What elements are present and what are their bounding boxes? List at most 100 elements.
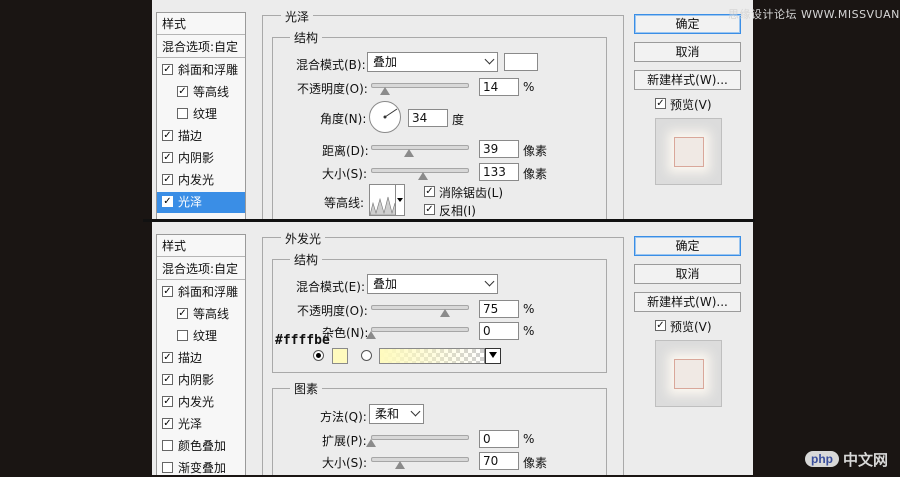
- slider-thumb[interactable]: [404, 149, 415, 157]
- angle-needle-icon: [383, 108, 398, 119]
- noise-input[interactable]: 0: [479, 322, 519, 340]
- distance-input[interactable]: 39: [479, 140, 519, 158]
- slider-track: [371, 435, 469, 440]
- noise-slider[interactable]: [366, 326, 469, 339]
- slider-thumb[interactable]: [379, 87, 390, 95]
- gradient-dropdown-icon[interactable]: [485, 348, 501, 364]
- preview-checkbox[interactable]: ✓: [655, 98, 666, 109]
- glow-color-swatch[interactable]: [332, 348, 348, 364]
- angle-input[interactable]: 34: [408, 109, 448, 127]
- slider-thumb[interactable]: [395, 461, 406, 469]
- style-item[interactable]: ✓ 光泽: [157, 414, 245, 435]
- color-swatch[interactable]: [504, 53, 538, 71]
- blend-mode-select[interactable]: 叠加: [367, 274, 498, 294]
- invert-checkbox[interactable]: ✓: [424, 204, 435, 215]
- size-slider[interactable]: [371, 167, 469, 180]
- style-item-checkbox[interactable]: [162, 440, 173, 451]
- style-item-checkbox[interactable]: ✓: [162, 352, 173, 363]
- style-item-label: 纹理: [193, 329, 218, 343]
- spread-slider[interactable]: [366, 434, 469, 447]
- style-item[interactable]: ✓ 光泽: [157, 192, 245, 213]
- structure-group-title: 结构: [290, 251, 323, 268]
- blend-mode-value: 叠加: [373, 55, 398, 69]
- style-item-checkbox[interactable]: [162, 462, 173, 473]
- style-item[interactable]: 纹理: [157, 104, 245, 125]
- size-label: 大小(S):: [322, 456, 368, 470]
- slider-thumb[interactable]: [366, 331, 376, 339]
- blend-mode-label: 混合模式(B):: [296, 58, 366, 72]
- ok-button[interactable]: 确定: [634, 14, 741, 34]
- style-list-header[interactable]: 样式: [157, 235, 245, 257]
- size-input[interactable]: 70: [479, 452, 519, 470]
- opacity-input[interactable]: 75: [479, 300, 519, 318]
- blend-options-item[interactable]: 混合选项:自定: [157, 258, 245, 280]
- style-item[interactable]: ✓ 斜面和浮雕: [157, 60, 245, 81]
- style-item-checkbox[interactable]: ✓: [162, 152, 173, 163]
- blend-mode-select[interactable]: 叠加: [367, 52, 498, 72]
- style-item[interactable]: ✓ 等高线: [157, 82, 245, 103]
- method-select[interactable]: 柔和: [369, 404, 424, 424]
- spread-unit: %: [523, 432, 535, 446]
- glow-gradient-picker[interactable]: [379, 348, 485, 364]
- gradient-radio[interactable]: [361, 350, 372, 361]
- style-item-checkbox[interactable]: ✓: [162, 418, 173, 429]
- style-item-checkbox[interactable]: ✓: [162, 396, 173, 407]
- size-slider[interactable]: [371, 456, 469, 469]
- section-title: 光泽: [281, 8, 314, 25]
- spread-input[interactable]: 0: [479, 430, 519, 448]
- blend-mode-value: 叠加: [373, 277, 398, 291]
- contour-picker[interactable]: [369, 184, 405, 216]
- slider-thumb[interactable]: [439, 309, 450, 317]
- style-item[interactable]: ✓ 内阴影: [157, 148, 245, 169]
- solid-color-radio[interactable]: [313, 350, 324, 361]
- angle-dial[interactable]: [369, 101, 401, 133]
- style-item[interactable]: ✓ 描边: [157, 126, 245, 147]
- antialias-label: 消除锯齿(L): [439, 186, 504, 200]
- style-list: 样式 混合选项:自定 ✓ 斜面和浮雕 ✓ 等高线 纹理 ✓ 描边 ✓ 内阴影 ✓ 内发光 ✓ 光泽 颜色叠…: [156, 234, 246, 475]
- style-item-checkbox[interactable]: ✓: [177, 308, 188, 319]
- cancel-button[interactable]: 取消: [634, 264, 741, 284]
- style-item-checkbox[interactable]: [177, 108, 188, 119]
- site-watermark: 思缘设计论坛 WWW.MISSVUAN.COM: [728, 8, 900, 21]
- style-item-label: 描边: [178, 351, 203, 365]
- opacity-slider[interactable]: [371, 304, 469, 317]
- slider-thumb[interactable]: [417, 172, 428, 180]
- antialias-checkbox[interactable]: ✓: [424, 186, 435, 197]
- preview-checkbox[interactable]: ✓: [655, 320, 666, 331]
- distance-slider[interactable]: [371, 144, 469, 157]
- opacity-label: 不透明度(O):: [297, 82, 368, 96]
- style-item-checkbox[interactable]: ✓: [162, 196, 173, 207]
- style-item-checkbox[interactable]: ✓: [162, 64, 173, 75]
- opacity-input[interactable]: 14: [479, 78, 519, 96]
- style-item[interactable]: ✓ 描边: [157, 348, 245, 369]
- style-item[interactable]: ✓ 内发光: [157, 392, 245, 413]
- style-item[interactable]: ✓ 斜面和浮雕: [157, 282, 245, 303]
- style-item[interactable]: 渐变叠加: [157, 458, 245, 475]
- style-item-checkbox[interactable]: [177, 330, 188, 341]
- new-style-button[interactable]: 新建样式(W)...: [634, 70, 741, 90]
- style-item[interactable]: 颜色叠加: [157, 436, 245, 457]
- slider-thumb[interactable]: [366, 439, 376, 447]
- style-item-checkbox[interactable]: ✓: [162, 174, 173, 185]
- ok-button[interactable]: 确定: [634, 236, 741, 256]
- blend-options-item[interactable]: 混合选项:自定: [157, 36, 245, 58]
- style-item[interactable]: 纹理: [157, 326, 245, 347]
- style-item-label: 等高线: [193, 307, 230, 321]
- style-item-checkbox[interactable]: ✓: [162, 286, 173, 297]
- style-item-checkbox[interactable]: ✓: [177, 86, 188, 97]
- style-item[interactable]: ✓ 等高线: [157, 304, 245, 325]
- contour-dropdown-icon[interactable]: [395, 185, 404, 215]
- style-item-label: 描边: [178, 129, 203, 143]
- cancel-button[interactable]: 取消: [634, 42, 741, 62]
- style-item-label: 光泽: [178, 417, 203, 431]
- style-item-label: 等高线: [193, 85, 230, 99]
- size-input[interactable]: 133: [479, 163, 519, 181]
- style-item[interactable]: ✓ 内发光: [157, 170, 245, 191]
- new-style-button[interactable]: 新建样式(W)...: [634, 292, 741, 312]
- style-item-checkbox[interactable]: ✓: [162, 374, 173, 385]
- style-list-header[interactable]: 样式: [157, 13, 245, 35]
- opacity-slider[interactable]: [371, 82, 469, 95]
- style-item-checkbox[interactable]: ✓: [162, 130, 173, 141]
- style-item[interactable]: ✓ 内阴影: [157, 370, 245, 391]
- contour-curve-icon: [370, 196, 396, 215]
